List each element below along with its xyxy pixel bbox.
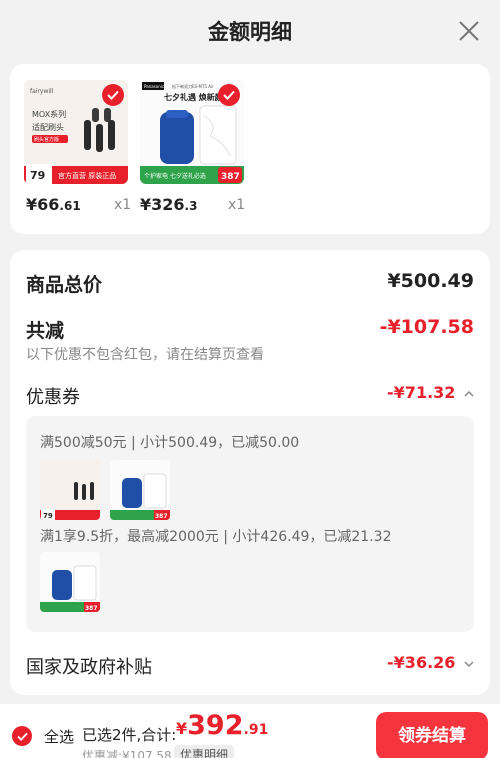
subsidy-value: -¥36.26 <box>387 653 456 672</box>
selected-check-icon[interactable] <box>102 84 124 106</box>
subsidy-toggle[interactable]: -¥36.26 <box>387 653 474 672</box>
coupon-rule: 满1享9.5折，最高减2000元 | 小计426.49，已减21.32 <box>40 529 392 545</box>
svg-text:387: 387 <box>221 172 240 182</box>
discount-summary: 优惠减:¥107.58 <box>82 749 172 758</box>
shaver-image: 387 <box>40 552 100 612</box>
product-thumbnail[interactable]: fairywill MOX系列 适配刷头 刷头官方版 79 官方直营 原装正品 <box>24 80 128 184</box>
product-quantity: x1 <box>228 197 246 213</box>
discount-value: -¥107.58 <box>379 316 474 338</box>
svg-text:官方直营 原装正品: 官方直营 原装正品 <box>58 171 116 180</box>
product-price: ¥66.61 <box>26 195 81 214</box>
shaver-image: 387 <box>110 460 170 520</box>
svg-text:适配刷头: 适配刷头 <box>32 122 64 132</box>
coupon-rule: 满500减50元 | 小计500.49，已减50.00 <box>40 435 300 451</box>
coupon-toggle[interactable]: -¥71.32 <box>387 383 474 402</box>
selected-check-icon[interactable] <box>218 84 240 106</box>
discount-label: 共减 <box>26 320 65 342</box>
checkout-button[interactable]: 领券结算 <box>376 712 488 758</box>
coupon-label: 优惠券 <box>26 387 80 408</box>
page-title: 金额明细 <box>208 20 292 44</box>
select-all-checkbox[interactable] <box>12 726 32 746</box>
svg-text:个护家电 七夕送礼必选: 个护家电 七夕送礼必选 <box>144 172 206 180</box>
price-breakdown: 商品总价 ¥500.49 共减 -¥107.58 以下优惠不包含红包，请在结算页… <box>10 250 490 695</box>
svg-text:79: 79 <box>30 169 45 182</box>
subsidy-label: 国家及政府补贴 <box>26 657 152 678</box>
svg-text:fairywill: fairywill <box>30 88 54 95</box>
svg-text:79: 79 <box>43 512 53 520</box>
product-quantity: x1 <box>114 197 132 213</box>
coupon-product-thumbnail: 387 <box>40 552 100 612</box>
svg-text:刷头官方版: 刷头官方版 <box>34 136 59 143</box>
product-list: fairywill MOX系列 适配刷头 刷头官方版 79 官方直营 原装正品 … <box>10 64 490 234</box>
svg-text:387: 387 <box>155 513 168 520</box>
discount-note: 以下优惠不包含红包，请在结算页查看 <box>26 347 264 363</box>
total-value: ¥500.49 <box>387 270 474 292</box>
svg-text:387: 387 <box>85 605 98 612</box>
svg-text:松下剃须刀ES-MT5 Air: 松下剃须刀ES-MT5 Air <box>172 83 214 89</box>
svg-text:MOX系列: MOX系列 <box>32 109 66 119</box>
coupon-product-thumbnail: 79 <box>40 460 100 520</box>
select-all-label[interactable]: 全选 <box>44 726 74 747</box>
coupon-value: -¥71.32 <box>387 383 456 402</box>
svg-text:Panasonic: Panasonic <box>144 84 164 89</box>
toothbrush-head-image: 79 <box>40 460 100 520</box>
checkout-bar: 全选 已选2件,合计: ¥392.91 优惠减:¥107.58 优惠明细 领券结… <box>0 704 500 758</box>
total-label: 商品总价 <box>26 274 103 296</box>
close-icon[interactable] <box>458 20 480 42</box>
product-thumbnail[interactable]: Panasonic 松下剃须刀ES-MT5 Air 七夕礼遇 焕新颜值 个护家电… <box>140 80 244 184</box>
coupon-detail-panel: 满500减50元 | 小计500.49，已减50.00 79 387 满1享9.… <box>26 416 474 632</box>
coupon-product-thumbnail: 387 <box>110 460 170 520</box>
modal-header: 金额明细 <box>0 0 500 62</box>
product-price: ¥326.3 <box>140 195 198 214</box>
chevron-up-icon <box>464 390 474 397</box>
checkout-total: ¥392.91 <box>176 710 269 741</box>
discount-detail-link[interactable]: 优惠明细 <box>174 745 235 758</box>
selected-summary: 已选2件,合计: <box>82 726 177 744</box>
chevron-down-icon <box>464 661 474 668</box>
